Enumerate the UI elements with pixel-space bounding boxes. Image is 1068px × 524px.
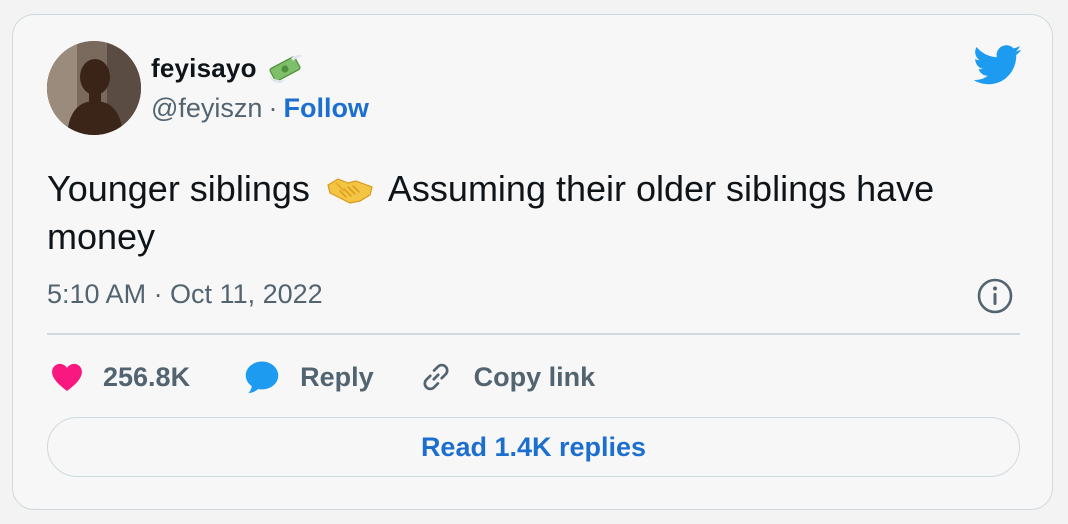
reply-bubble-icon — [245, 361, 279, 393]
money-with-wings-icon — [265, 54, 305, 84]
handshake-icon — [327, 178, 373, 204]
twitter-bird-icon[interactable] — [974, 45, 1022, 85]
avatar-photo — [47, 41, 141, 135]
tweet-card: feyisayo @feyiszn · Follow Younger sibli… — [12, 14, 1053, 510]
heart-icon — [52, 363, 82, 391]
link-icon — [423, 363, 449, 391]
copy-link-button[interactable]: Copy link — [418, 359, 596, 395]
tweet-text-part-1: Younger siblings — [47, 168, 310, 209]
separator: · — [268, 93, 278, 123]
copy-link-label: Copy link — [473, 361, 596, 392]
avatar[interactable] — [47, 41, 141, 135]
reply-button[interactable]: Reply — [244, 360, 374, 394]
tweet-timestamp[interactable]: 5:10 AM · Oct 11, 2022 — [47, 279, 323, 310]
read-replies-button[interactable]: Read 1.4K replies — [47, 417, 1020, 477]
follow-link[interactable]: Follow — [283, 93, 368, 124]
author-handle[interactable]: @feyiszn — [151, 93, 262, 124]
tweet-actions: 256.8K Reply Copy link — [51, 355, 595, 399]
author-handle-row: @feyiszn · Follow — [151, 93, 369, 124]
author-name-row: feyisayo — [151, 53, 305, 84]
author-display-name[interactable]: feyisayo — [151, 53, 257, 84]
info-icon[interactable] — [976, 277, 1014, 315]
reply-label: Reply — [300, 361, 374, 392]
like-button[interactable]: 256.8K — [51, 362, 190, 393]
divider — [47, 333, 1020, 335]
tweet-text: Younger siblings Assuming their older si… — [47, 165, 1027, 261]
like-count: 256.8K — [103, 361, 191, 392]
